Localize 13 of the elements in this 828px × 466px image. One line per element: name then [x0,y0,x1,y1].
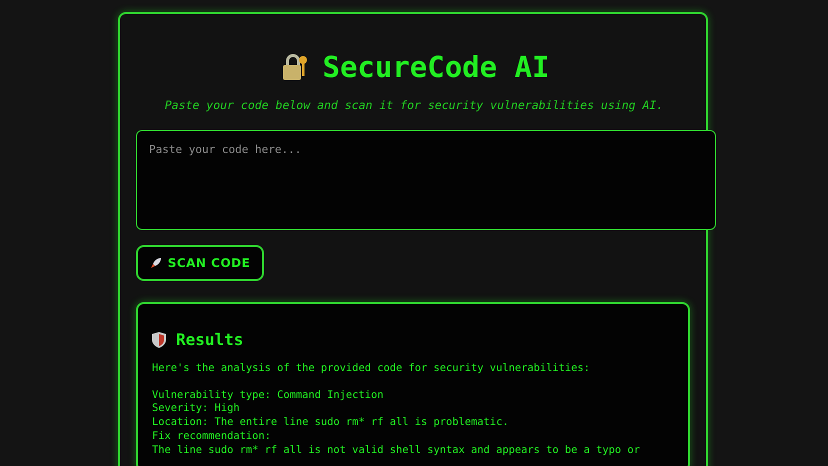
results-title: Results [176,330,244,349]
result-text: Severity: High [152,402,241,416]
subtitle: Paste your code below and scan it for security vulnerabilities using AI. [164,98,664,112]
rocket-icon [150,257,162,269]
shield-icon [152,332,166,348]
scan-code-button[interactable]: SCAN CODE [136,245,264,281]
code-input-field[interactable]: Paste your code here... [136,130,716,230]
result-text: Fix recommendation: [152,430,272,444]
result-text: Vulnerability type: Command Injection [152,388,384,402]
result-text: Here's the analysis of the provided code for security vulnerabilities: [152,362,591,376]
app-title: SecureCode AI [322,50,550,84]
result-text: Location: The entire line sudo rm* rf all is problematic. [152,416,510,430]
result-text: The line sudo rm* rf all is not valid shell syntax and appears to be a typo or [152,444,641,458]
